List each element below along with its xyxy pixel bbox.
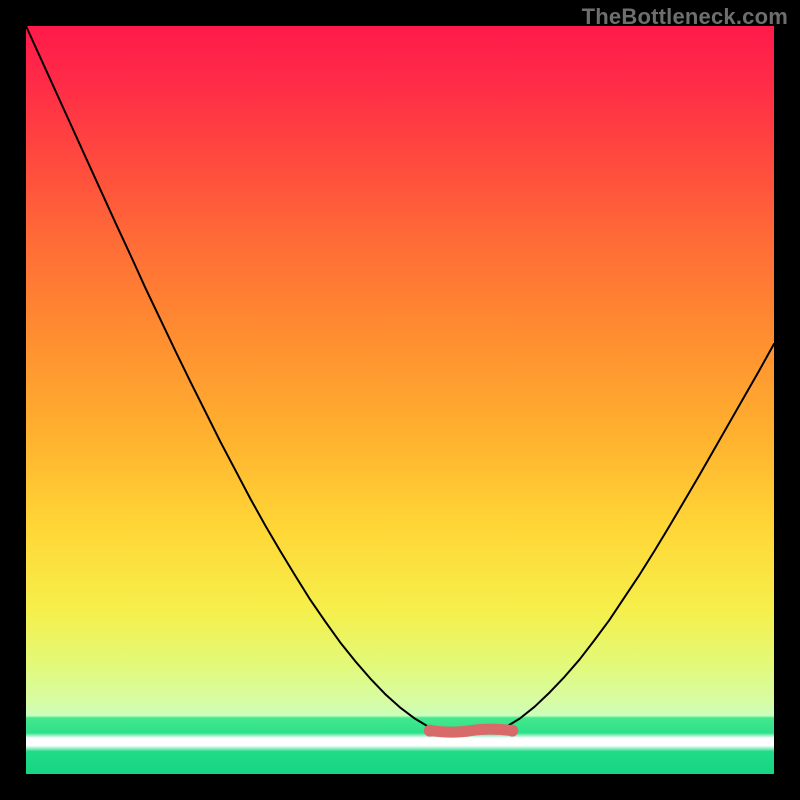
plot-area bbox=[26, 26, 774, 774]
bottleneck-curve bbox=[26, 26, 774, 774]
watermark: TheBottleneck.com bbox=[582, 4, 788, 30]
chart-frame: TheBottleneck.com bbox=[0, 0, 800, 800]
